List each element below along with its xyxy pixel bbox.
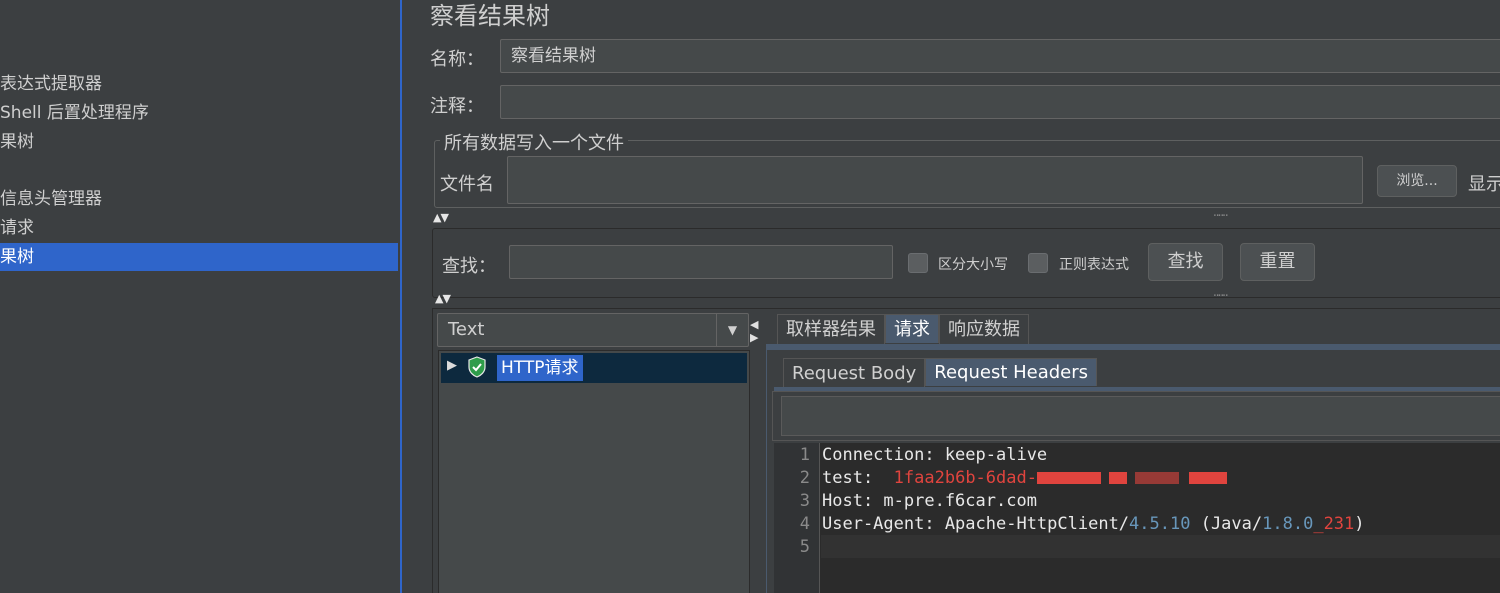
version-separator: _ xyxy=(1313,514,1324,534)
code-line: User-Agent: Apache-HttpClient/4.5.10 (Ja… xyxy=(822,514,1365,534)
collapse-arrows-icon[interactable]: ▲▼ xyxy=(435,292,451,305)
tree-item-beanshell-postprocessor[interactable]: Shell 后置处理程序 xyxy=(0,99,149,127)
display-label: 显示 xyxy=(1468,174,1500,195)
tree-item-regex-extractor[interactable]: 表达式提取器 xyxy=(0,70,102,98)
comment-label: 注释： xyxy=(430,96,484,117)
file-group-title: 所有数据写入一个文件 xyxy=(440,129,628,155)
name-field[interactable]: 察看结果树 xyxy=(500,39,1500,73)
line-number: 2 xyxy=(799,468,810,488)
case-sensitive-checkbox[interactable] xyxy=(908,253,928,273)
tab-request[interactable]: 请求 xyxy=(885,314,939,343)
code-line: Connection: keep-alive xyxy=(822,445,1048,465)
renderer-select-value: Text xyxy=(448,319,485,340)
tab-sampler-result[interactable]: 取样器结果 xyxy=(777,314,885,344)
version-number: 1.8.0 xyxy=(1262,514,1314,534)
search-label: 查找： xyxy=(442,256,496,277)
headers-toolbar xyxy=(772,391,1500,441)
result-tabs: 取样器结果 请求 响应数据 xyxy=(777,314,1029,344)
expand-arrow-icon[interactable]: ▶ xyxy=(447,358,457,373)
tab-request-headers[interactable]: Request Headers xyxy=(925,358,1098,386)
test-plan-tree: 表达式提取器 Shell 后置处理程序 果树 信息头管理器 请求 果树 xyxy=(0,0,400,593)
regex-label: 正则表达式 xyxy=(1059,257,1129,273)
reset-button[interactable]: 重置 xyxy=(1240,243,1315,281)
chevron-down-icon[interactable]: ▼ xyxy=(716,314,748,346)
tree-item-label: 信息头管理器 xyxy=(0,189,102,209)
line-number: 3 xyxy=(799,491,810,511)
tree-item-request[interactable]: 请求 xyxy=(0,214,34,242)
find-button[interactable]: 查找 xyxy=(1148,243,1223,281)
filename-field[interactable] xyxy=(507,156,1363,204)
tree-item-label: Shell 后置处理程序 xyxy=(0,103,149,123)
split-arrows-icon[interactable]: ◀ ▶ xyxy=(750,318,758,344)
tab-request-body[interactable]: Request Body xyxy=(783,358,926,388)
result-tree-panel: 察看结果树 名称： 察看结果树 注释： 所有数据写入一个文件 文件名 浏览...… xyxy=(402,0,1500,593)
tab-response-data[interactable]: 响应数据 xyxy=(939,314,1029,344)
comment-field[interactable] xyxy=(500,85,1500,119)
collapse-arrows-icon[interactable]: ▲▼ xyxy=(433,211,449,224)
regex-checkbox[interactable] xyxy=(1028,253,1048,273)
case-sensitive-label: 区分大小写 xyxy=(938,257,1008,273)
tree-item-label: 表达式提取器 xyxy=(0,74,102,94)
tree-item-label: 果树 xyxy=(0,247,34,267)
line-number: 5 xyxy=(799,537,810,557)
tree-item-label: 果树 xyxy=(0,132,34,152)
line-number: 4 xyxy=(799,514,810,534)
sampler-tree: ▶ HTTP请求 xyxy=(438,350,750,593)
redacted-block xyxy=(1036,472,1101,484)
code-line: test: 1faa2b6b-6dad- xyxy=(822,468,1227,488)
splitter-grip-icon[interactable]: ⠒⠒⠒ xyxy=(1213,212,1229,222)
header-value: 1faa2b6b-6dad- xyxy=(893,468,1037,488)
tree-item-result-tree-1[interactable]: 果树 xyxy=(0,128,34,156)
splitter-grip-icon[interactable]: ⠒⠒⠒ xyxy=(1213,292,1229,302)
headers-editor[interactable]: 1 Connection: keep-alive 2 test: 1faa2b6… xyxy=(774,443,1500,593)
name-label: 名称： xyxy=(430,49,484,70)
header-text: (Java/ xyxy=(1190,514,1263,534)
tree-item-result-tree-selected[interactable]: 果树 xyxy=(0,243,398,271)
search-input[interactable] xyxy=(509,245,893,279)
browse-button[interactable]: 浏览... xyxy=(1377,165,1457,197)
name-field-value: 察看结果树 xyxy=(511,46,596,66)
headers-search-field[interactable] xyxy=(781,396,1500,436)
current-line-highlight xyxy=(821,535,1500,558)
redacted-block xyxy=(1188,472,1227,484)
header-text: ) xyxy=(1354,514,1365,534)
header-key: test: xyxy=(822,468,874,488)
renderer-select[interactable]: Text ▼ xyxy=(437,313,749,347)
tree-item-label: 请求 xyxy=(0,218,34,238)
version-number: 4.5.10 xyxy=(1129,514,1191,534)
sampler-node-label[interactable]: HTTP请求 xyxy=(497,355,583,381)
redacted-block xyxy=(1108,472,1127,484)
version-number: 231 xyxy=(1323,514,1355,534)
success-shield-icon xyxy=(467,356,487,378)
filename-label: 文件名 xyxy=(440,174,494,195)
tree-item-header-manager[interactable]: 信息头管理器 xyxy=(0,185,102,213)
line-number: 1 xyxy=(799,445,810,465)
redacted-block xyxy=(1134,472,1179,484)
page-title: 察看结果树 xyxy=(430,2,550,30)
code-line: Host: m-pre.f6car.com xyxy=(822,491,1037,511)
request-subtabs: Request Body Request Headers xyxy=(783,358,1098,388)
header-text: User-Agent: Apache-HttpClient/ xyxy=(822,514,1130,534)
